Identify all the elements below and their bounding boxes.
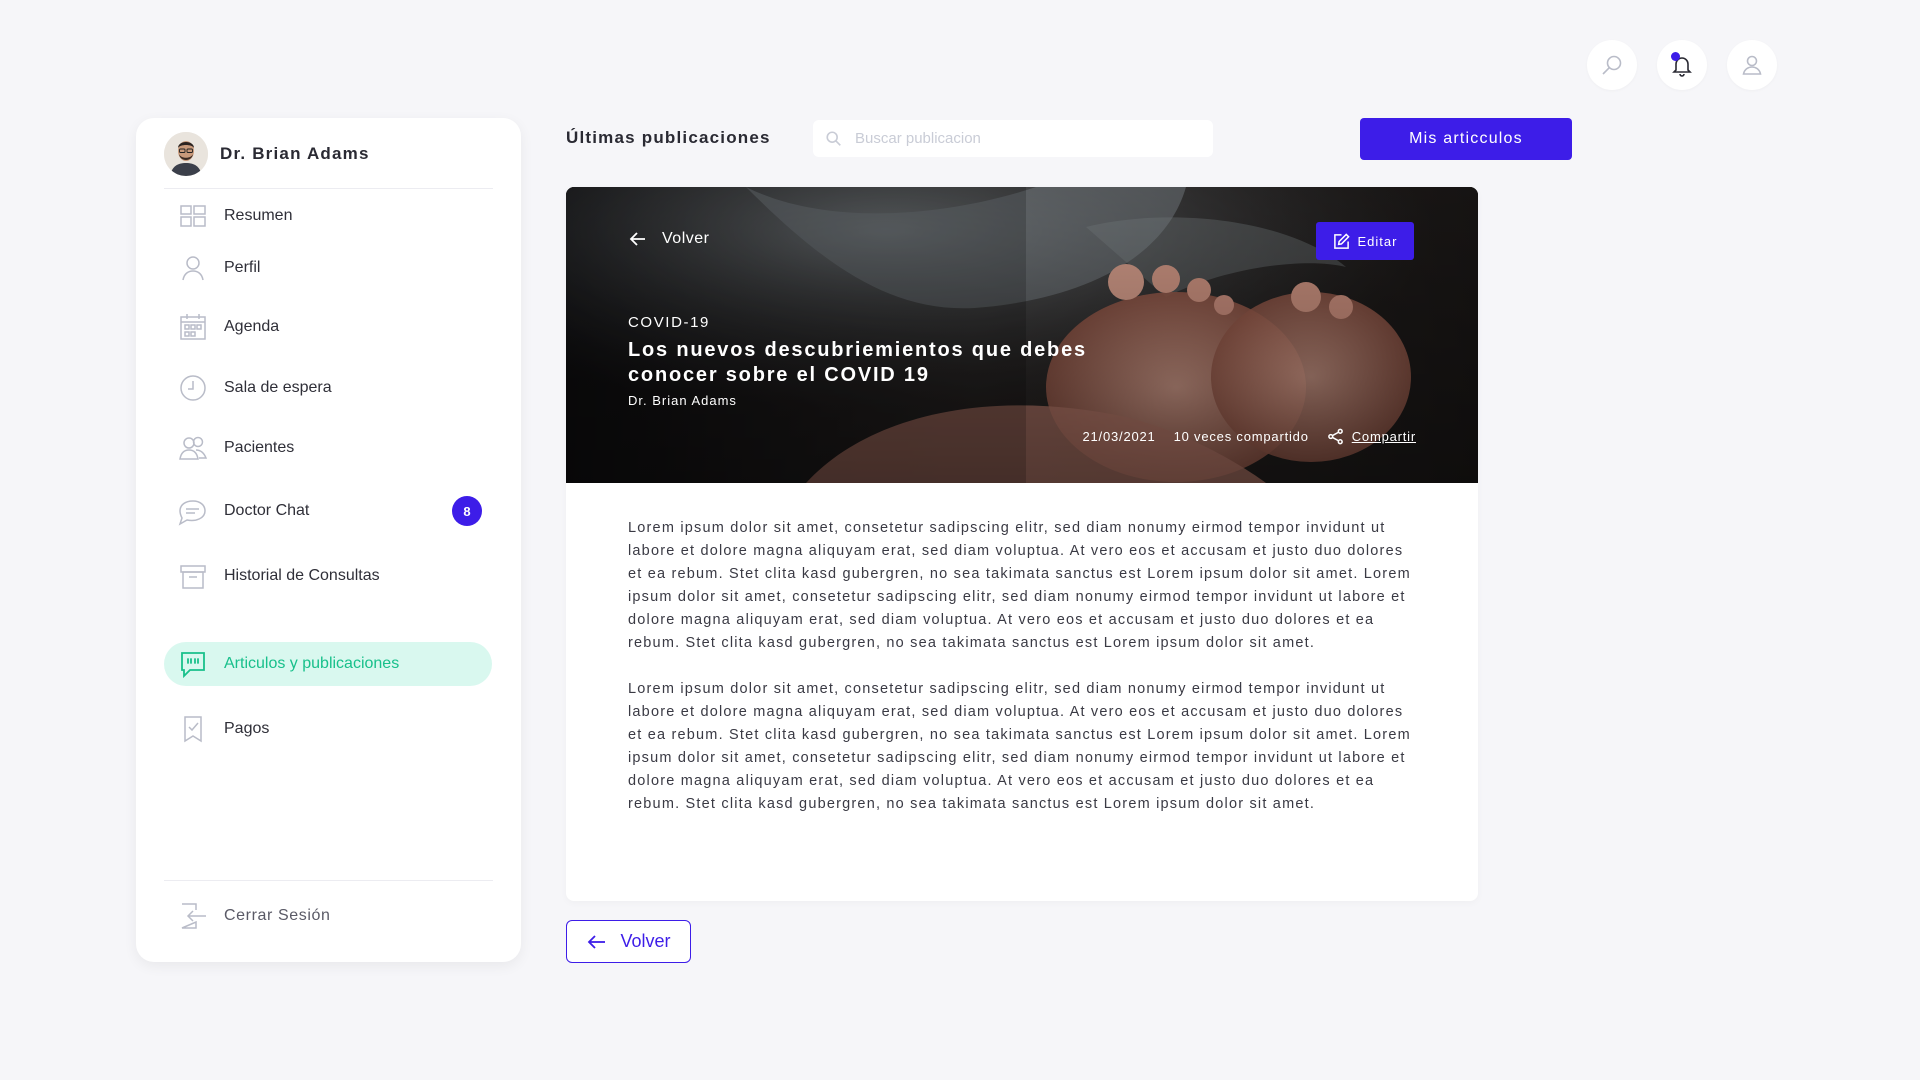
dashboard-icon bbox=[178, 201, 208, 231]
article-meta: 21/03/2021 10 veces compartido Compartir bbox=[1083, 428, 1417, 445]
sidebar-item-resumen[interactable]: Resumen bbox=[164, 194, 492, 238]
edit-icon bbox=[1333, 232, 1350, 249]
article-category: COVID-19 bbox=[628, 314, 710, 331]
logout-label: Cerrar Sesión bbox=[224, 907, 331, 924]
notification-dot bbox=[1671, 52, 1680, 61]
sidebar-item-sala-de-espera[interactable]: Sala de espera bbox=[164, 366, 492, 410]
arrow-left-icon bbox=[629, 232, 645, 246]
sidebar-item-label: Pagos bbox=[224, 720, 270, 737]
quote-icon bbox=[178, 649, 208, 679]
sidebar-item-perfil[interactable]: Perfil bbox=[164, 246, 492, 290]
users-icon bbox=[178, 433, 208, 463]
search-input[interactable] bbox=[855, 130, 1195, 147]
notifications-button[interactable] bbox=[1657, 40, 1707, 90]
my-articles-button[interactable]: Mis articculos bbox=[1360, 118, 1572, 160]
search-icon bbox=[826, 130, 841, 146]
unread-badge: 8 bbox=[452, 496, 482, 526]
page-title: Últimas publicaciones bbox=[566, 128, 771, 147]
divider bbox=[164, 880, 493, 881]
back-button-label: Volver bbox=[620, 931, 671, 951]
sidebar-item-label: Agenda bbox=[224, 318, 280, 335]
search-button[interactable] bbox=[1587, 40, 1637, 90]
sidebar-item-historial-de-consultas[interactable]: Historial de Consultas bbox=[164, 554, 492, 598]
user-icon bbox=[1742, 55, 1762, 75]
article-author: Dr. Brian Adams bbox=[628, 393, 737, 408]
user-icon bbox=[178, 253, 208, 283]
archive-icon bbox=[178, 561, 208, 591]
sidebar-item-label: Pacientes bbox=[224, 439, 295, 456]
back-button[interactable]: Volver bbox=[566, 920, 691, 963]
search-box[interactable] bbox=[813, 120, 1213, 157]
sidebar-item-label: Resumen bbox=[224, 207, 293, 224]
sidebar-item-articulos[interactable]: Articulos y publicaciones bbox=[164, 642, 492, 686]
edit-button[interactable]: Editar bbox=[1316, 222, 1414, 260]
sidebar-item-doctor-chat[interactable]: Doctor Chat 8 bbox=[164, 489, 492, 533]
edit-label: Editar bbox=[1357, 233, 1398, 249]
share-link[interactable]: Compartir bbox=[1352, 429, 1416, 444]
sidebar-item-pacientes[interactable]: Pacientes bbox=[164, 426, 492, 470]
search-icon bbox=[1602, 55, 1622, 75]
article-paragraph: Lorem ipsum dolor sit amet, consetetur s… bbox=[628, 681, 1411, 812]
article-title: Los nuevos descubriemientos que debes co… bbox=[628, 339, 1087, 386]
hero-back-label: Volver bbox=[662, 230, 710, 247]
calendar-icon bbox=[178, 312, 208, 342]
sidebar-item-label: Sala de espera bbox=[224, 379, 332, 396]
article-body: Lorem ipsum dolor sit amet, consetetur s… bbox=[566, 483, 1478, 816]
receipt-icon bbox=[178, 714, 208, 744]
top-toolbar bbox=[1587, 40, 1777, 90]
sidebar-item-label: Doctor Chat bbox=[224, 502, 310, 519]
hero-back-link[interactable]: Volver bbox=[628, 229, 709, 249]
sidebar-item-pagos[interactable]: Pagos bbox=[164, 707, 492, 751]
logout-icon bbox=[178, 901, 208, 931]
sidebar-item-label: Articulos y publicaciones bbox=[224, 655, 400, 672]
profile-button[interactable] bbox=[1727, 40, 1777, 90]
profile-header[interactable]: Dr. Brian Adams bbox=[164, 132, 370, 176]
sidebar-item-label: Historial de Consultas bbox=[224, 567, 380, 584]
user-name: Dr. Brian Adams bbox=[220, 144, 370, 163]
chat-icon bbox=[178, 496, 208, 526]
article-paragraph: Lorem ipsum dolor sit amet, consetetur s… bbox=[628, 520, 1411, 651]
sidebar-item-agenda[interactable]: Agenda bbox=[164, 305, 492, 349]
article-date: 21/03/2021 bbox=[1082, 429, 1156, 444]
avatar bbox=[164, 132, 208, 176]
sidebar: Dr. Brian Adams Resumen Perfil Agenda Sa… bbox=[136, 118, 521, 962]
share-icon bbox=[1327, 428, 1343, 445]
arrow-left-icon bbox=[588, 934, 606, 949]
article-card: Volver Editar COVID-19 Los nuevos descub… bbox=[566, 187, 1478, 901]
divider bbox=[164, 188, 493, 189]
clock-icon bbox=[178, 373, 208, 403]
article-shares: 10 veces compartido bbox=[1173, 429, 1309, 444]
article-hero: Volver Editar COVID-19 Los nuevos descub… bbox=[566, 187, 1478, 483]
logout-button[interactable]: Cerrar Sesión bbox=[164, 894, 492, 938]
sidebar-item-label: Perfil bbox=[224, 259, 261, 276]
